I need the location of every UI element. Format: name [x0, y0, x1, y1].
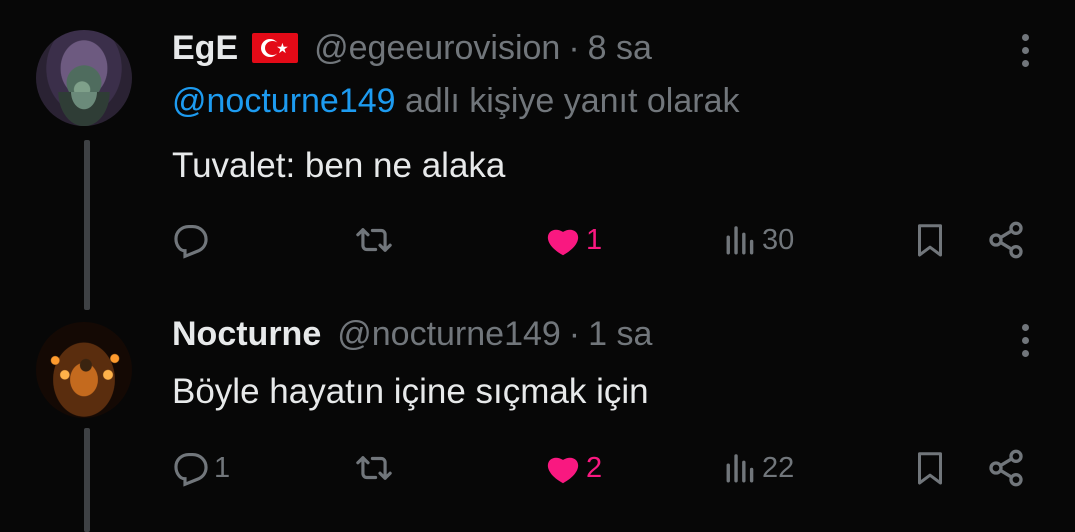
share-button[interactable]	[986, 448, 1026, 488]
share-button[interactable]	[986, 220, 1026, 260]
separator: ·	[568, 28, 580, 67]
retweet-button[interactable]	[354, 448, 398, 488]
reply-mention-link[interactable]: @nocturne149	[172, 82, 396, 120]
share-icon	[989, 221, 1023, 259]
retweet-button[interactable]	[354, 220, 398, 260]
views-icon	[726, 226, 754, 255]
heart-icon	[547, 457, 579, 484]
display-name[interactable]: Nocturne	[172, 315, 321, 354]
tweet-text: Tuvalet: ben ne alaka	[172, 146, 506, 185]
reply-button[interactable]	[172, 220, 214, 260]
timestamp[interactable]: 1 sa	[588, 315, 652, 354]
thread-line	[84, 428, 90, 532]
bookmark-icon	[918, 452, 942, 485]
display-name[interactable]: EgE	[172, 29, 238, 68]
more-icon[interactable]	[1019, 34, 1031, 67]
reply-button[interactable]: 1	[172, 448, 230, 488]
bookmark-button[interactable]	[912, 448, 948, 488]
bookmark-button[interactable]	[912, 220, 948, 260]
avatar[interactable]	[36, 322, 132, 418]
separator: ·	[568, 314, 581, 353]
tweet-header: EgE ★ @egeeurovision · 8 sa	[172, 26, 652, 70]
thread-line	[84, 140, 90, 310]
like-count: 1	[586, 223, 603, 256]
retweet-icon	[356, 228, 392, 252]
turkey-flag-icon: ★	[252, 33, 299, 63]
views-icon	[726, 454, 754, 483]
share-icon	[989, 449, 1023, 487]
tweet[interactable]: Nocturne @nocturne149 · 1 sa Böyle hayat…	[0, 300, 1075, 532]
views-button[interactable]: 22	[724, 448, 794, 488]
action-bar: 1 2 22	[172, 448, 1032, 488]
tweet-text: Böyle hayatın içine sıçmak için	[172, 372, 649, 411]
user-handle[interactable]: @egeeurovision	[314, 29, 560, 68]
like-count: 2	[586, 451, 603, 484]
heart-icon	[547, 229, 579, 256]
views-button[interactable]: 30	[724, 220, 794, 260]
bookmark-icon	[918, 224, 942, 257]
reply-icon	[174, 452, 208, 487]
reply-count: 1	[214, 451, 231, 484]
avatar[interactable]	[36, 30, 132, 126]
tweet-header: Nocturne @nocturne149 · 1 sa	[172, 312, 652, 356]
user-handle[interactable]: @nocturne149	[337, 315, 561, 354]
reply-context: @nocturne149 adlı kişiye yanıt olarak	[172, 82, 740, 121]
timestamp[interactable]: 8 sa	[588, 29, 652, 68]
like-button[interactable]: 1	[544, 220, 602, 260]
reply-icon	[174, 224, 208, 259]
views-count: 30	[762, 223, 795, 256]
like-button[interactable]: 2	[544, 448, 602, 488]
action-bar: 1 30	[172, 220, 1032, 260]
retweet-icon	[356, 456, 392, 480]
reply-context-text: adlı kişiye yanıt olarak	[395, 82, 740, 120]
tweet[interactable]: EgE ★ @egeeurovision · 8 sa @nocturne149…	[0, 0, 1075, 310]
views-count: 22	[762, 451, 795, 484]
more-icon[interactable]	[1019, 324, 1031, 357]
